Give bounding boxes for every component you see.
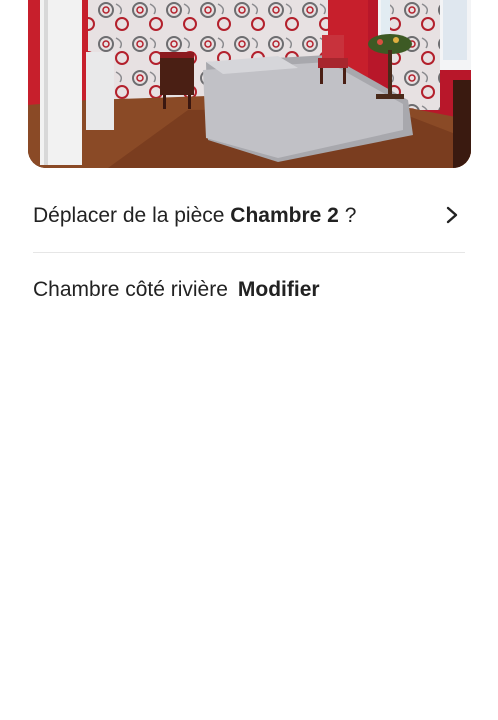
move-room-text: Déplacer de la pièce Chambre 2 ? bbox=[33, 205, 356, 226]
move-room-prefix: Déplacer de la pièce bbox=[33, 203, 225, 227]
edit-caption-button[interactable]: Modifier bbox=[238, 278, 320, 302]
photo-caption-row: Chambre côté rivière Modifier bbox=[33, 270, 320, 310]
move-room-row[interactable]: Déplacer de la pièce Chambre 2 ? bbox=[33, 192, 465, 238]
room-photo bbox=[28, 0, 471, 168]
divider bbox=[33, 252, 465, 253]
photo-caption-text: Chambre côté rivière bbox=[33, 278, 228, 301]
move-room-suffix: ? bbox=[344, 203, 357, 227]
move-room-target: Chambre 2 bbox=[230, 203, 339, 227]
chevron-right-icon bbox=[446, 206, 458, 224]
